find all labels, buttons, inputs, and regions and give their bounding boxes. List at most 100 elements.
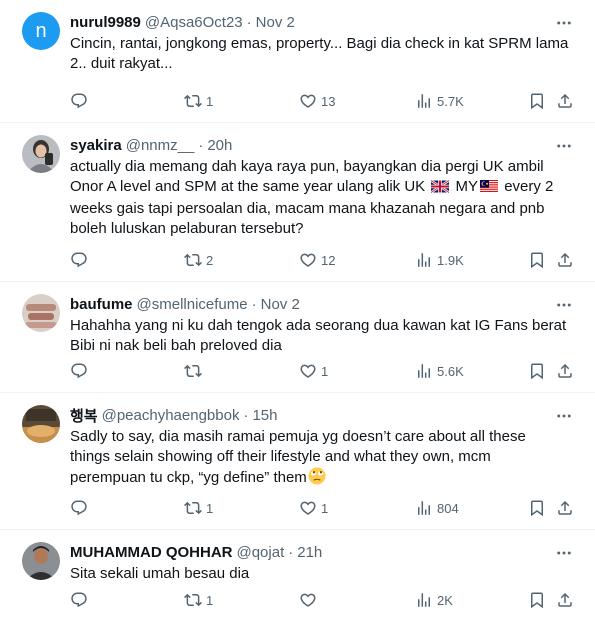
display-name[interactable]: MUHAMMAD QOHHAR bbox=[70, 544, 232, 561]
avatar[interactable]: n bbox=[22, 12, 60, 50]
retweet-count: 2 bbox=[206, 252, 214, 268]
like-button[interactable]: 12 bbox=[299, 250, 335, 270]
share-button[interactable] bbox=[556, 91, 574, 111]
like-count: 1 bbox=[321, 363, 329, 379]
user-handle[interactable]: @nnmz__ bbox=[126, 137, 195, 154]
views-button[interactable]: 5.6K bbox=[415, 361, 464, 381]
reply-button[interactable] bbox=[70, 361, 88, 381]
reply-icon bbox=[70, 92, 88, 110]
view-count: 1.9K bbox=[437, 252, 464, 268]
user-handle[interactable]: @Aqsa6Oct23 bbox=[145, 14, 243, 31]
retweet-button[interactable]: 1 bbox=[184, 91, 213, 111]
separator-dot: · bbox=[246, 13, 252, 31]
reply-button[interactable] bbox=[70, 590, 88, 610]
views-button[interactable]: 804 bbox=[415, 498, 459, 518]
display-name[interactable]: 행복 bbox=[70, 405, 98, 426]
timestamp[interactable]: 20h bbox=[207, 137, 232, 154]
display-name[interactable]: baufume bbox=[70, 296, 133, 313]
tweet-header: syakira @nnmz__ · 20h bbox=[70, 135, 579, 155]
tweet[interactable]: baufume @smellnicefume · Nov 2 Hahahha y… bbox=[0, 282, 595, 393]
retweet-count: 1 bbox=[206, 500, 214, 516]
bookmark-icon bbox=[528, 92, 546, 110]
display-name[interactable]: syakira bbox=[70, 137, 122, 154]
view-count: 2K bbox=[437, 592, 453, 608]
retweet-count: 1 bbox=[206, 592, 214, 608]
retweet-icon bbox=[184, 251, 202, 269]
user-handle[interactable]: @smellnicefume bbox=[137, 296, 248, 313]
retweet-button[interactable]: 1 bbox=[184, 590, 213, 610]
views-button[interactable]: 1.9K bbox=[415, 250, 464, 270]
views-icon bbox=[415, 499, 433, 517]
retweet-button[interactable] bbox=[184, 361, 202, 381]
timestamp[interactable]: 15h bbox=[252, 407, 277, 424]
bookmark-button[interactable] bbox=[528, 250, 546, 270]
retweet-icon bbox=[184, 499, 202, 517]
timestamp[interactable]: Nov 2 bbox=[256, 14, 295, 31]
share-button[interactable] bbox=[556, 361, 574, 381]
tweet-header: 행복 @peachyhaengbbok · 15h bbox=[70, 405, 579, 425]
retweet-button[interactable]: 2 bbox=[184, 250, 213, 270]
tweet[interactable]: n nurul9989 @Aqsa6Oct23 · Nov 2 Cincin, … bbox=[0, 0, 595, 123]
share-icon bbox=[556, 251, 574, 269]
reply-button[interactable] bbox=[70, 498, 88, 518]
bookmark-button[interactable] bbox=[528, 590, 546, 610]
like-button[interactable]: 13 bbox=[299, 91, 335, 111]
more-options-icon[interactable] bbox=[555, 407, 573, 425]
views-icon bbox=[415, 251, 433, 269]
avatar[interactable] bbox=[22, 542, 60, 580]
tweet[interactable]: syakira @nnmz__ · 20h actually dia meman… bbox=[0, 123, 595, 282]
view-count: 5.6K bbox=[437, 363, 464, 379]
more-options-icon[interactable] bbox=[555, 296, 573, 314]
share-button[interactable] bbox=[556, 590, 574, 610]
view-count: 5.7K bbox=[437, 93, 464, 109]
action-bar: 1 5.6K bbox=[0, 351, 585, 391]
like-button[interactable]: 1 bbox=[299, 498, 328, 518]
tweet-header: baufume @smellnicefume · Nov 2 bbox=[70, 294, 579, 314]
views-button[interactable]: 2K bbox=[415, 590, 453, 610]
timestamp[interactable]: Nov 2 bbox=[261, 296, 300, 313]
bookmark-icon bbox=[528, 591, 546, 609]
share-icon bbox=[556, 591, 574, 609]
tweet-header: MUHAMMAD QOHHAR @qojat · 21h bbox=[70, 542, 579, 562]
tweet-header: nurul9989 @Aqsa6Oct23 · Nov 2 bbox=[70, 12, 579, 32]
action-bar: 1 1 804 bbox=[0, 488, 585, 528]
action-bar: 1 13 5.7K bbox=[0, 81, 585, 121]
like-count: 12 bbox=[321, 252, 336, 268]
bookmark-icon bbox=[528, 499, 546, 517]
like-button[interactable] bbox=[299, 590, 317, 610]
action-bar: 1 2K bbox=[0, 580, 585, 620]
more-options-icon[interactable] bbox=[555, 544, 573, 562]
reply-icon bbox=[70, 362, 88, 380]
tweet-text: Sadly to say, dia masih ramai pemuja yg … bbox=[70, 427, 579, 491]
share-button[interactable] bbox=[556, 498, 574, 518]
reply-icon bbox=[70, 591, 88, 609]
views-button[interactable]: 5.7K bbox=[415, 91, 464, 111]
bookmark-button[interactable] bbox=[528, 91, 546, 111]
tweet[interactable]: MUHAMMAD QOHHAR @qojat · 21h Sita sekali… bbox=[0, 530, 595, 632]
avatar[interactable] bbox=[22, 405, 60, 443]
bookmark-button[interactable] bbox=[528, 361, 546, 381]
reply-button[interactable] bbox=[70, 250, 88, 270]
more-options-icon[interactable] bbox=[555, 137, 573, 155]
avatar[interactable] bbox=[22, 135, 60, 173]
like-button[interactable]: 1 bbox=[299, 361, 328, 381]
user-handle[interactable]: @peachyhaengbbok bbox=[102, 407, 240, 424]
retweet-button[interactable]: 1 bbox=[184, 498, 213, 518]
separator-dot: · bbox=[251, 295, 257, 313]
share-button[interactable] bbox=[556, 250, 574, 270]
timestamp[interactable]: 21h bbox=[297, 544, 322, 561]
display-name[interactable]: nurul9989 bbox=[70, 14, 141, 31]
retweet-icon bbox=[184, 591, 202, 609]
like-count: 13 bbox=[321, 93, 336, 109]
reply-button[interactable] bbox=[70, 91, 88, 111]
like-icon bbox=[299, 499, 317, 517]
retweet-icon bbox=[184, 362, 202, 380]
tweet[interactable]: 행복 @peachyhaengbbok · 15h Sadly to say, … bbox=[0, 393, 595, 530]
more-options-icon[interactable] bbox=[555, 14, 573, 32]
like-icon bbox=[299, 92, 317, 110]
separator-dot: · bbox=[243, 406, 249, 424]
retweet-count: 1 bbox=[206, 93, 214, 109]
avatar[interactable] bbox=[22, 294, 60, 332]
bookmark-button[interactable] bbox=[528, 498, 546, 518]
user-handle[interactable]: @qojat bbox=[236, 544, 284, 561]
